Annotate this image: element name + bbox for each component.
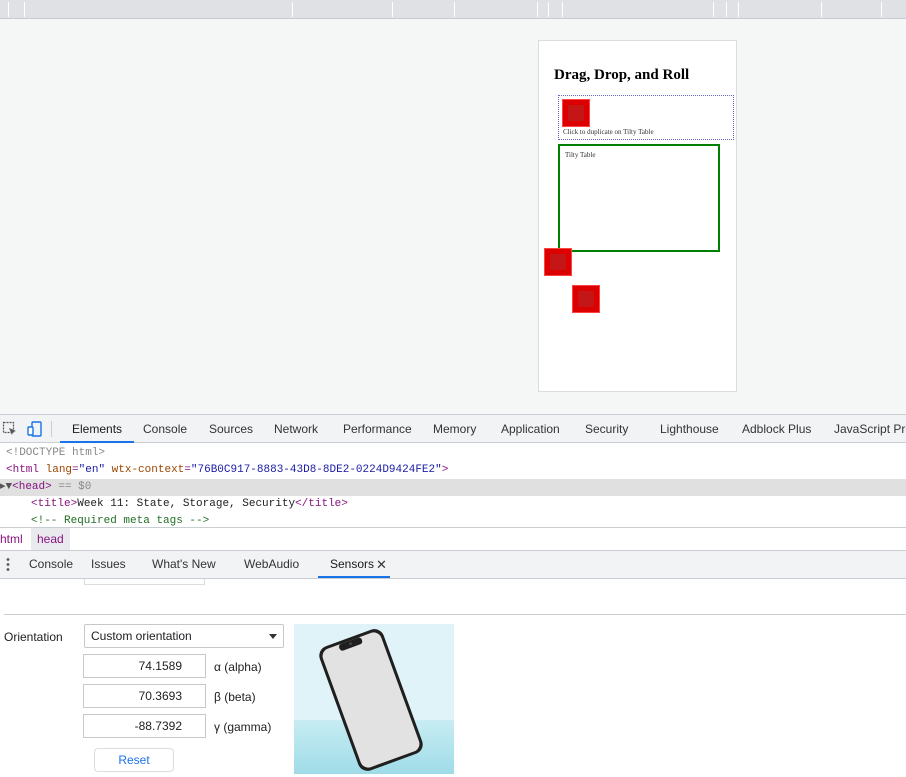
breadcrumb: html head <box>0 527 906 551</box>
title-open-tag: <title> <box>31 498 78 510</box>
chevron-down-icon <box>269 634 277 639</box>
close-icon[interactable]: ✕ <box>376 551 387 578</box>
comment-line[interactable]: <!-- Required meta tags --> <box>31 513 209 527</box>
tilty-table: Tilty Table <box>558 144 720 252</box>
drawer-tab-webaudio[interactable]: WebAudio <box>244 551 299 578</box>
device-toolbar-icon[interactable] <box>27 421 43 437</box>
tab-memory[interactable]: Memory <box>433 415 476 443</box>
breadcrumb-html[interactable]: html <box>0 528 23 550</box>
ruler-tick <box>726 2 727 17</box>
device-viewport: Drag, Drop, and Roll Click to duplicate … <box>0 19 906 414</box>
drawer-tabbar: Console Issues What's New WebAudio Senso… <box>0 551 906 579</box>
tab-network[interactable]: Network <box>274 415 318 443</box>
head-tag: <head> <box>12 481 52 493</box>
page-title: Drag, Drop, and Roll <box>554 67 690 83</box>
alpha-input[interactable] <box>83 654 206 678</box>
source-hint: Click to duplicate on Tilty Table <box>563 128 654 136</box>
ruler-tick <box>548 2 549 17</box>
tab-application[interactable]: Application <box>501 415 560 443</box>
doctype-line[interactable]: <!DOCTYPE html> <box>6 445 105 462</box>
breadcrumb-head[interactable]: head <box>31 528 70 550</box>
ruler-tick <box>562 2 563 17</box>
tab-adblock-plus[interactable]: Adblock Plus <box>742 415 811 443</box>
ruler-tick <box>24 2 25 17</box>
orientation-label: Orientation <box>4 630 63 644</box>
title-text: Week 11: State, Storage, Security <box>77 498 296 510</box>
devtools-tabbar: Elements Console Sources Network Perform… <box>0 414 906 443</box>
drawer-menu-icon[interactable] <box>6 557 10 572</box>
wtx-context-value: "76B0C917-8883-43D8-8DE2-0224D9424FE2" <box>190 464 442 476</box>
html-close-bracket: > <box>441 464 449 476</box>
wtx-context-attr: wtx-context <box>111 464 185 476</box>
tab-performance[interactable]: Performance <box>343 415 412 443</box>
tab-lighthouse[interactable]: Lighthouse <box>660 415 719 443</box>
tilty-table-label: Tilty Table <box>565 151 596 159</box>
html-line[interactable]: <html lang="en" wtx-context="76B0C917-88… <box>6 462 448 479</box>
title-close-tag: </title> <box>295 498 348 510</box>
emulated-page: Drag, Drop, and Roll Click to duplicate … <box>538 40 737 392</box>
inspect-element-icon[interactable] <box>2 421 18 437</box>
ruler-tick <box>454 2 455 17</box>
ruler-tick <box>537 2 538 17</box>
title-line[interactable]: <title>Week 11: State, Storage, Security… <box>31 496 348 513</box>
top-ruler <box>0 0 906 19</box>
lang-value: "en" <box>78 464 106 476</box>
tab-console[interactable]: Console <box>143 415 187 443</box>
tab-javascript-profiler[interactable]: JavaScript Pro <box>834 415 906 443</box>
tab-security[interactable]: Security <box>585 415 628 443</box>
elements-tree: <!DOCTYPE html> <html lang="en" wtx-cont… <box>0 443 906 527</box>
gamma-input[interactable] <box>83 714 206 738</box>
rolling-red-box[interactable] <box>544 248 572 276</box>
ruler-tick <box>738 2 739 17</box>
orientation-select[interactable]: Custom orientation <box>84 624 284 648</box>
orientation-select-value: Custom orientation <box>91 629 192 643</box>
head-line-selected[interactable]: ▸▼<head> == $0 <box>0 479 906 496</box>
alpha-label: α (alpha) <box>214 660 262 674</box>
drawer-tab-whats-new[interactable]: What's New <box>152 551 216 578</box>
sensors-panel: Orientation Custom orientation α (alpha)… <box>0 579 906 777</box>
location-stub <box>84 579 205 585</box>
drawer-tab-console[interactable]: Console <box>29 551 73 578</box>
gamma-label: γ (gamma) <box>214 720 272 734</box>
source-area: Click to duplicate on Tilty Table <box>558 95 734 140</box>
rolling-red-box[interactable] <box>572 285 600 313</box>
ruler-tick <box>8 2 9 17</box>
drawer-tab-sensors-label: Sensors <box>330 557 375 571</box>
html-open-tag: <html <box>6 464 40 476</box>
drawer-tab-issues[interactable]: Issues <box>91 551 126 578</box>
phone-icon[interactable] <box>294 624 454 774</box>
reset-button[interactable]: Reset <box>94 748 174 772</box>
ruler-tick <box>821 2 822 17</box>
expand-triangle-icon[interactable]: ▸▼ <box>0 481 12 493</box>
lang-attr: lang <box>45 464 73 476</box>
ruler-tick <box>292 2 293 17</box>
tab-sources[interactable]: Sources <box>209 415 253 443</box>
ruler-tick <box>713 2 714 17</box>
beta-input[interactable] <box>83 684 206 708</box>
source-red-box[interactable] <box>562 99 590 127</box>
section-divider <box>4 614 906 615</box>
ruler-tick <box>392 2 393 17</box>
tab-elements[interactable]: Elements <box>60 415 135 443</box>
tab-divider <box>51 421 52 437</box>
ruler-tick <box>881 2 882 17</box>
beta-label: β (beta) <box>214 690 256 704</box>
selected-marker: == $0 <box>58 481 92 493</box>
orientation-preview[interactable] <box>294 624 454 774</box>
